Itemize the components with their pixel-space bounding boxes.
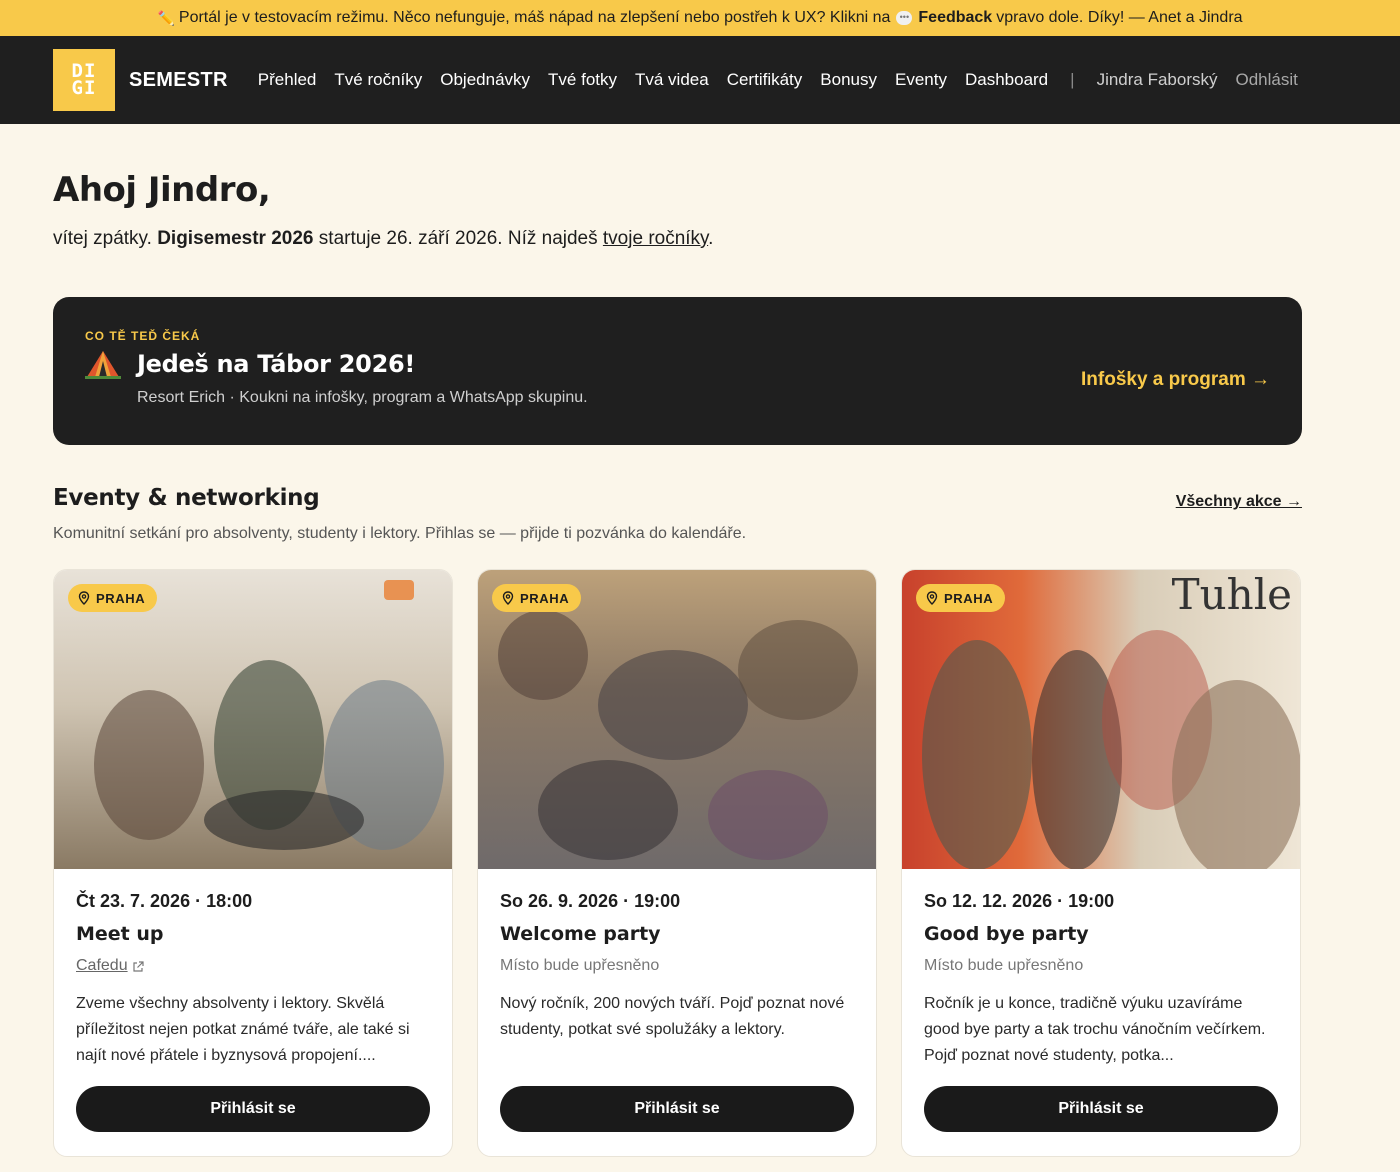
event-photo: Tuhle PRAHA xyxy=(902,570,1300,869)
event-description: Ročník je u konce, tradičně výuku uzavír… xyxy=(924,995,1266,1064)
event-venue: Cafedu xyxy=(76,957,128,974)
event-venue: Místo bude upřesněno xyxy=(500,957,660,974)
city-badge: PRAHA xyxy=(492,584,582,612)
nav-item-prehled[interactable]: Přehled xyxy=(258,70,317,90)
program-name: Digisemestr 2026 xyxy=(157,228,314,249)
external-link-icon xyxy=(132,960,144,972)
event-venue: Místo bude upřesněno xyxy=(924,957,1084,974)
event-description: Zveme všechny absolventy i lektory. Skvě… xyxy=(76,995,410,1064)
promo-subtitle: Resort Erich · Koukni na infošky, progra… xyxy=(137,389,588,406)
photo-signage-text: Tuhle xyxy=(1171,570,1292,619)
location-pin-icon xyxy=(78,591,90,605)
nav-item-tva-videa[interactable]: Tvá videa xyxy=(635,70,709,90)
nav-item-tve-rocniky[interactable]: Tvé ročníky xyxy=(334,70,422,90)
welcome-text: vítej zpátky. Digisemestr 2026 startuje … xyxy=(53,228,1302,250)
banner-feedback-label: Feedback xyxy=(918,9,993,26)
promo-title: Jedeš na Tábor 2026! xyxy=(137,350,416,378)
speech-bubble-icon: ••• xyxy=(896,11,913,25)
nav-item-tve-fotky[interactable]: Tvé fotky xyxy=(548,70,617,90)
event-card: Tuhle PRAHA So 12. 12. 2026 · 19:00 Good… xyxy=(901,569,1301,1157)
event-photo: PRAHA xyxy=(54,570,452,869)
logo-line-2: GI xyxy=(71,77,97,99)
nav-separator: | xyxy=(1070,70,1075,89)
top-navigation: DI GI SEMESTR Přehled Tvé ročníky Objedn… xyxy=(0,36,1400,124)
welcome-prefix: vítej zpátky. xyxy=(53,228,152,249)
city-label: PRAHA xyxy=(944,590,994,606)
logout-link[interactable]: Odhlásit xyxy=(1236,70,1298,90)
event-date: Čt 23. 7. 2026 · 18:00 xyxy=(76,891,253,911)
register-button[interactable]: Přihlásit se xyxy=(500,1086,854,1132)
nav-item-bonusy[interactable]: Bonusy xyxy=(820,70,877,90)
event-venue-link[interactable]: Cafedu xyxy=(76,957,144,975)
event-cards: PRAHA Čt 23. 7. 2026 · 18:00 Meet up Caf… xyxy=(53,569,1302,1157)
event-date: So 12. 12. 2026 · 19:00 xyxy=(924,891,1115,911)
event-title: Welcome party xyxy=(500,923,661,945)
events-section-subtitle: Komunitní setkání pro absolventy, studen… xyxy=(53,525,747,542)
nav-item-certifikaty[interactable]: Certifikáty xyxy=(727,70,803,90)
upcoming-promo-card: CO TĚ TEĎ ČEKÁ Jedeš na Tábor 2026! Reso… xyxy=(53,297,1302,445)
register-button[interactable]: Přihlásit se xyxy=(76,1086,430,1132)
events-section-header: Eventy & networking Komunitní setkání pr… xyxy=(53,485,1302,543)
event-photo: PRAHA xyxy=(478,570,876,869)
nav-item-eventy[interactable]: Eventy xyxy=(895,70,947,90)
your-years-link[interactable]: tvoje ročníky xyxy=(603,228,708,249)
event-date: So 26. 9. 2026 · 19:00 xyxy=(500,891,681,911)
pencil-icon: ✏️ xyxy=(157,9,175,26)
welcome-suffix: . xyxy=(708,228,714,249)
event-title: Meet up xyxy=(76,923,164,945)
city-label: PRAHA xyxy=(520,590,570,606)
promo-info-link[interactable]: Infošky a program → xyxy=(1081,369,1270,391)
nav-item-dashboard[interactable]: Dashboard xyxy=(965,70,1048,90)
event-description: Nový ročník, 200 nových tváří. Pojď pozn… xyxy=(500,995,845,1038)
greeting-title: Ahoj Jindro, xyxy=(53,170,271,210)
nav-item-objednavky[interactable]: Objednávky xyxy=(440,70,530,90)
main-content: Ahoj Jindro, vítej zpátky. Digisemestr 2… xyxy=(0,170,1400,1157)
nav-links: Přehled Tvé ročníky Objednávky Tvé fotky… xyxy=(258,70,1298,90)
city-badge: PRAHA xyxy=(916,584,1006,612)
welcome-middle: startuje 26. září 2026. Níž najdeš xyxy=(318,228,598,249)
banner-text-before: Portál je v testovacím režimu. Něco nefu… xyxy=(178,9,891,26)
location-pin-icon xyxy=(926,591,938,605)
test-mode-banner: ✏️ Portál je v testovacím režimu. Něco n… xyxy=(0,0,1400,36)
event-card: PRAHA So 26. 9. 2026 · 19:00 Welcome par… xyxy=(477,569,877,1157)
event-title: Good bye party xyxy=(924,923,1089,945)
city-badge: PRAHA xyxy=(68,584,158,612)
event-card: PRAHA Čt 23. 7. 2026 · 18:00 Meet up Caf… xyxy=(53,569,453,1157)
city-label: PRAHA xyxy=(96,590,146,606)
brand-name[interactable]: SEMESTR xyxy=(129,69,228,92)
digisemestr-logo[interactable]: DI GI xyxy=(53,49,115,111)
register-button[interactable]: Přihlásit se xyxy=(924,1086,1278,1132)
events-section-title: Eventy & networking xyxy=(53,485,320,511)
tent-icon xyxy=(85,349,121,379)
banner-text-after: vpravo dole. Díky! — Anet a Jindra xyxy=(996,9,1243,26)
nav-user-name[interactable]: Jindra Faborský xyxy=(1097,70,1218,90)
location-pin-icon xyxy=(502,591,514,605)
promo-eyebrow: CO TĚ TEĎ ČEKÁ xyxy=(85,329,201,343)
all-events-link[interactable]: Všechny akce → xyxy=(1176,493,1302,511)
